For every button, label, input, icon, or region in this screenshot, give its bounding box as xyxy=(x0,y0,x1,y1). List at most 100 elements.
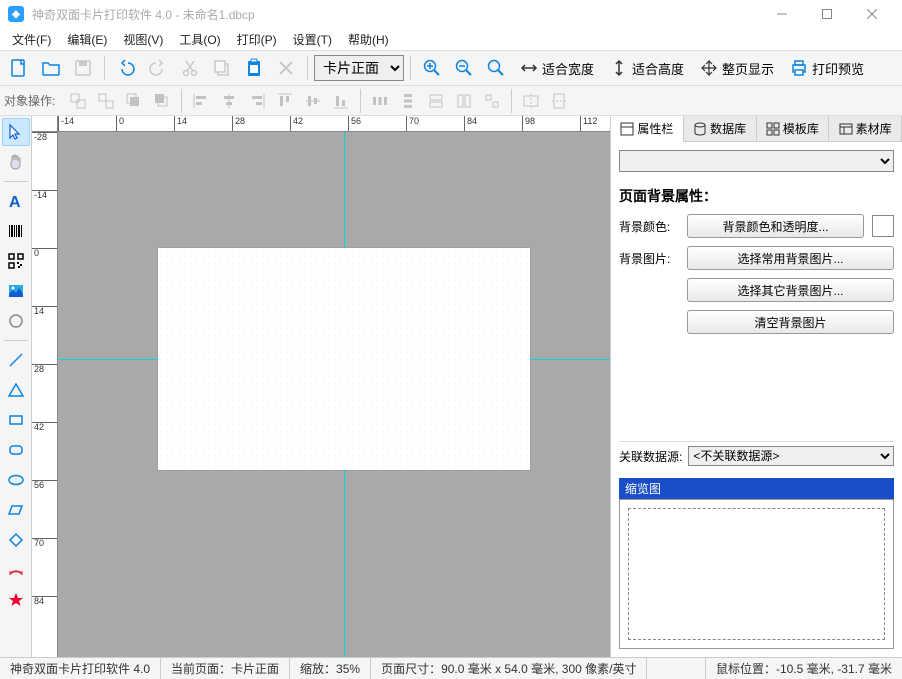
align-middle-button xyxy=(300,88,326,114)
triangle-tool[interactable] xyxy=(2,376,30,404)
status-page: 当前页面：卡片正面 xyxy=(161,658,290,679)
menu-file[interactable]: 文件(F) xyxy=(4,29,59,50)
same-width-button xyxy=(423,88,449,114)
open-button[interactable] xyxy=(36,53,66,83)
parallelogram-tool[interactable] xyxy=(2,496,30,524)
fit-height-button[interactable]: 适合高度 xyxy=(603,54,691,82)
objbar-label: 对象操作: xyxy=(4,92,55,109)
menu-edit[interactable]: 编辑(E) xyxy=(59,29,115,50)
menu-help[interactable]: 帮助(H) xyxy=(340,29,397,50)
circle-shape-tool[interactable] xyxy=(2,307,30,335)
maximize-button[interactable] xyxy=(804,0,849,28)
star-tool[interactable] xyxy=(2,586,30,614)
center-page-v-button xyxy=(546,88,572,114)
center-page-h-button xyxy=(518,88,544,114)
rectangle-tool[interactable] xyxy=(2,406,30,434)
align-left-button xyxy=(188,88,214,114)
bg-image-clear-button[interactable]: 清空背景图片 xyxy=(687,310,894,334)
window-title: 神奇双面卡片打印软件 4.0 - 未命名1.dbcp xyxy=(32,6,255,23)
bg-image-label: 背景图片: xyxy=(619,250,679,267)
main-toolbar: 卡片正面 适合宽度 适合高度 整页显示 打印预览 xyxy=(0,50,902,86)
print-preview-button[interactable]: 打印预览 xyxy=(783,54,871,82)
menu-print[interactable]: 打印(P) xyxy=(229,29,285,50)
cut-button xyxy=(175,53,205,83)
canvas-area[interactable]: -14014284256708498112 -28-14014284256708… xyxy=(32,116,610,657)
distribute-v-button xyxy=(395,88,421,114)
same-size-button xyxy=(479,88,505,114)
zoom-in-button[interactable] xyxy=(417,53,447,83)
delete-button xyxy=(271,53,301,83)
ruler-corner xyxy=(32,116,58,132)
status-mouse: 鼠标位置：-10.5 毫米, -31.7 毫米 xyxy=(706,658,902,679)
copy-button xyxy=(207,53,237,83)
thumbnail-panel xyxy=(619,499,894,649)
image-tool[interactable] xyxy=(2,277,30,305)
select-tool[interactable] xyxy=(2,118,30,146)
redo-button xyxy=(143,53,173,83)
status-size: 页面尺寸：90.0 毫米 x 54.0 毫米, 300 像素/英寸 xyxy=(371,658,647,679)
menu-tools[interactable]: 工具(O) xyxy=(171,29,228,50)
tab-properties[interactable]: 属性栏 xyxy=(611,116,684,142)
fit-width-button[interactable]: 适合宽度 xyxy=(513,54,601,82)
group-button xyxy=(65,88,91,114)
tab-database[interactable]: 数据库 xyxy=(684,116,757,141)
bg-color-button[interactable]: 背景颜色和透明度... xyxy=(687,214,864,238)
status-bar: 神奇双面卡片打印软件 4.0 当前页面：卡片正面 缩放：35% 页面尺寸：90.… xyxy=(0,657,902,679)
bg-color-swatch[interactable] xyxy=(872,215,894,237)
bring-front-button xyxy=(121,88,147,114)
same-height-button xyxy=(451,88,477,114)
menu-view[interactable]: 视图(V) xyxy=(115,29,171,50)
ellipse-tool[interactable] xyxy=(2,466,30,494)
barcode-tool[interactable] xyxy=(2,217,30,245)
zoom-button[interactable] xyxy=(481,53,511,83)
left-tool-palette: A xyxy=(0,116,32,657)
qrcode-tool[interactable] xyxy=(2,247,30,275)
right-panel: 属性栏 数据库 模板库 素材库 页面背景属性： 背景颜色: 背景颜色和透明度..… xyxy=(610,116,902,657)
card-canvas[interactable] xyxy=(158,248,530,470)
zoom-out-button[interactable] xyxy=(449,53,479,83)
text-tool[interactable]: A xyxy=(2,187,30,215)
element-select[interactable] xyxy=(619,150,894,172)
menu-settings[interactable]: 设置(T) xyxy=(285,29,340,50)
align-right-button xyxy=(244,88,270,114)
ungroup-button xyxy=(93,88,119,114)
section-title: 页面背景属性： xyxy=(619,186,894,206)
app-icon: ◆ xyxy=(8,6,24,22)
rounded-rect-tool[interactable] xyxy=(2,436,30,464)
ruler-horizontal: -14014284256708498112 xyxy=(58,116,610,132)
align-bottom-button xyxy=(328,88,354,114)
ruler-vertical: -28-140142842567084 xyxy=(32,132,58,657)
tab-templates[interactable]: 模板库 xyxy=(757,116,830,141)
object-ops-toolbar: 对象操作: xyxy=(0,86,902,116)
svg-text:A: A xyxy=(9,194,21,210)
distribute-h-button xyxy=(367,88,393,114)
tab-assets[interactable]: 素材库 xyxy=(829,116,902,141)
align-top-button xyxy=(272,88,298,114)
bg-image-common-button[interactable]: 选择常用背景图片... xyxy=(687,246,894,270)
assoc-select[interactable]: <不关联数据源> xyxy=(688,446,894,466)
card-side-select[interactable]: 卡片正面 xyxy=(314,55,404,81)
status-app: 神奇双面卡片打印软件 4.0 xyxy=(0,658,161,679)
bg-image-other-button[interactable]: 选择其它背景图片... xyxy=(687,278,894,302)
undo-button[interactable] xyxy=(111,53,141,83)
align-center-h-button xyxy=(216,88,242,114)
arc-tool[interactable] xyxy=(2,556,30,584)
thumbnail-header: 缩览图 xyxy=(619,478,894,499)
close-button[interactable] xyxy=(849,0,894,28)
save-button xyxy=(68,53,98,83)
right-tabs: 属性栏 数据库 模板库 素材库 xyxy=(611,116,902,142)
titlebar: ◆ 神奇双面卡片打印软件 4.0 - 未命名1.dbcp xyxy=(0,0,902,28)
diamond-tool[interactable] xyxy=(2,526,30,554)
paste-button[interactable] xyxy=(239,53,269,83)
status-zoom: 缩放：35% xyxy=(290,658,371,679)
thumbnail-preview xyxy=(628,508,885,640)
assoc-label: 关联数据源: xyxy=(619,448,682,465)
send-back-button xyxy=(149,88,175,114)
menubar: 文件(F) 编辑(E) 视图(V) 工具(O) 打印(P) 设置(T) 帮助(H… xyxy=(0,28,902,50)
pan-tool[interactable] xyxy=(2,148,30,176)
new-button[interactable] xyxy=(4,53,34,83)
bg-color-label: 背景颜色: xyxy=(619,218,679,235)
minimize-button[interactable] xyxy=(759,0,804,28)
line-tool[interactable] xyxy=(2,346,30,374)
full-page-button[interactable]: 整页显示 xyxy=(693,54,781,82)
